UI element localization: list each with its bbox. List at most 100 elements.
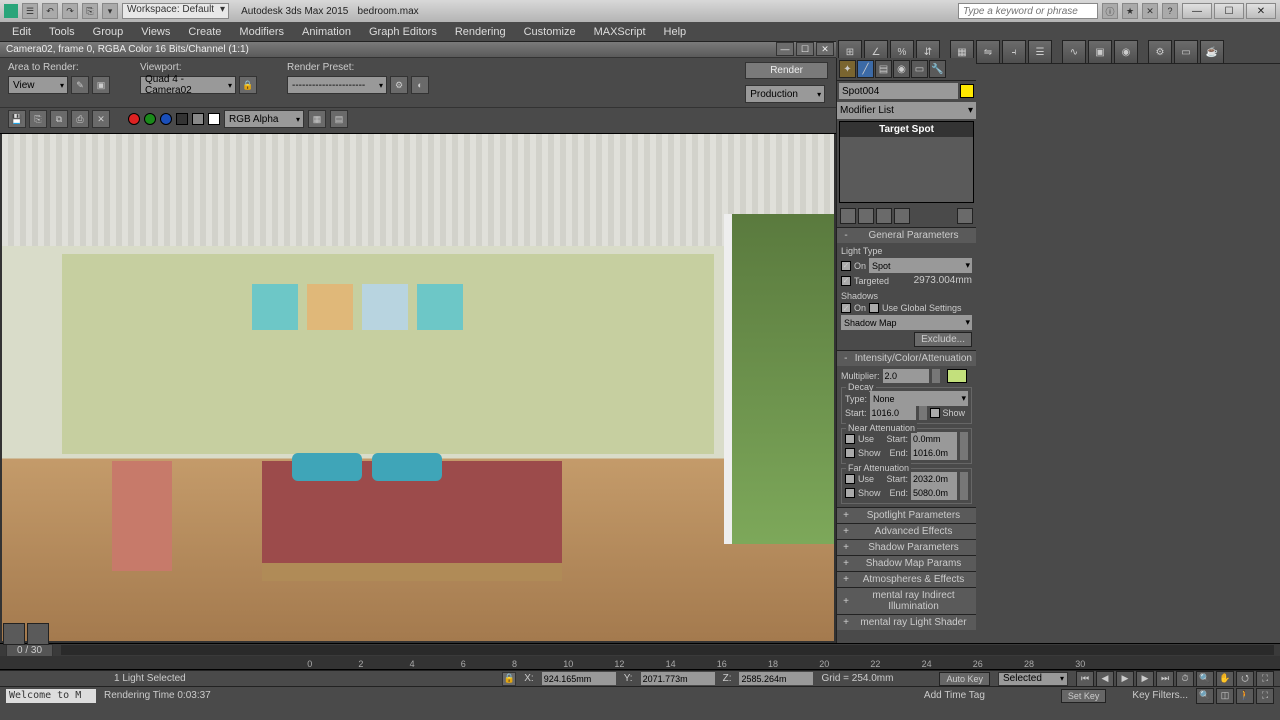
menu-graph-editors[interactable]: Graph Editors xyxy=(369,26,437,38)
clear-image-icon[interactable]: ✕ xyxy=(92,110,110,128)
nav-walk-icon[interactable]: 🚶 xyxy=(1236,688,1254,704)
add-time-tag[interactable]: Add Time Tag xyxy=(924,690,985,701)
tab-utilities-icon[interactable]: 🔧 xyxy=(929,60,946,78)
time-slider[interactable]: 0 / 30 xyxy=(0,643,1280,656)
viewport-lock-icon[interactable]: 🔒 xyxy=(239,76,257,94)
rollout-header-general[interactable]: -General Parameters xyxy=(837,228,976,243)
nav-zoomext-icon[interactable]: 🔍 xyxy=(1196,688,1214,704)
vp-layout-2-icon[interactable] xyxy=(27,623,49,645)
channel-select[interactable]: RGB Alpha xyxy=(224,110,304,128)
render-output-select[interactable]: Production xyxy=(745,85,825,103)
next-frame-icon[interactable]: ▶ xyxy=(1136,671,1154,687)
time-config-icon[interactable]: ⏱ xyxy=(1176,671,1194,687)
goto-end-icon[interactable]: ⏭ xyxy=(1156,671,1174,687)
render-button[interactable]: Render xyxy=(745,62,828,79)
save-image-icon[interactable]: 💾 xyxy=(8,110,26,128)
remove-modifier-icon[interactable] xyxy=(894,208,910,224)
close-button[interactable]: ✕ xyxy=(1246,3,1276,19)
render-setup-small-icon[interactable]: ⚙ xyxy=(390,76,408,94)
render-win-maximize[interactable]: ☐ xyxy=(796,42,814,56)
far-start-input[interactable]: 2032.0m xyxy=(911,472,957,486)
menu-edit[interactable]: Edit xyxy=(12,26,31,38)
signin-icon[interactable]: ★ xyxy=(1122,3,1138,19)
object-color-swatch[interactable] xyxy=(960,84,974,98)
render-setup-icon[interactable]: ⚙ xyxy=(1148,40,1172,64)
coord-x[interactable]: 924.165mm xyxy=(542,672,616,685)
setkey-button[interactable]: Set Key xyxy=(1061,689,1107,703)
rollout-mr-light-shader[interactable]: +mental ray Light Shader xyxy=(837,615,976,630)
near-end-input[interactable]: 1016.0m xyxy=(911,446,957,460)
light-on-checkbox[interactable]: ✓ xyxy=(841,261,851,271)
keymode-select[interactable]: Selected xyxy=(998,672,1068,686)
nav-fov-icon[interactable]: ◫ xyxy=(1216,688,1234,704)
configure-sets-icon[interactable] xyxy=(957,208,973,224)
toggle-ui-icon[interactable]: ▤ xyxy=(330,110,348,128)
exchange-icon[interactable]: ✕ xyxy=(1142,3,1158,19)
tab-hierarchy-icon[interactable]: ▤ xyxy=(875,60,892,78)
far-use-checkbox[interactable] xyxy=(845,474,855,484)
help-search-input[interactable] xyxy=(958,3,1098,19)
clone-image-icon[interactable]: ⧉ xyxy=(50,110,68,128)
rendered-frame-viewport[interactable] xyxy=(0,134,836,643)
multiplier-input[interactable]: 2.0 xyxy=(883,369,929,383)
workspace-selector[interactable]: Workspace: Default xyxy=(122,3,229,19)
rollout-advanced-effects[interactable]: +Advanced Effects xyxy=(837,524,976,539)
menu-customize[interactable]: Customize xyxy=(524,26,576,38)
qat-link-icon[interactable]: ⎘ xyxy=(82,3,98,19)
shadows-on-checkbox[interactable]: ✓ xyxy=(841,303,851,313)
rollout-header-intensity[interactable]: -Intensity/Color/Attenuation xyxy=(837,351,976,366)
channel-green-icon[interactable] xyxy=(144,113,156,125)
menu-create[interactable]: Create xyxy=(188,26,221,38)
channel-alpha-icon[interactable] xyxy=(176,113,188,125)
minimize-button[interactable]: — xyxy=(1182,3,1212,19)
render-preset-select[interactable]: ---------------------- xyxy=(287,76,387,94)
curve-editor-icon[interactable]: ∿ xyxy=(1062,40,1086,64)
modifier-stack-item[interactable]: Target Spot xyxy=(840,122,973,137)
channel-red-icon[interactable] xyxy=(128,113,140,125)
qat-more-icon[interactable]: ▾ xyxy=(102,3,118,19)
menu-tools[interactable]: Tools xyxy=(49,26,75,38)
color-swatch-icon[interactable] xyxy=(208,113,220,125)
far-show-checkbox[interactable] xyxy=(845,488,855,498)
light-color-swatch[interactable] xyxy=(947,369,967,383)
show-end-result-icon[interactable] xyxy=(858,208,874,224)
rollout-atmospheres[interactable]: +Atmospheres & Effects xyxy=(837,572,976,587)
rollout-shadow-map[interactable]: +Shadow Map Params xyxy=(837,556,976,571)
use-global-checkbox[interactable] xyxy=(869,303,879,313)
channel-blue-icon[interactable] xyxy=(160,113,172,125)
area-to-render-select[interactable]: View xyxy=(8,76,68,94)
targeted-checkbox[interactable]: ✓ xyxy=(841,276,851,286)
maxscript-listener[interactable]: Welcome to M xyxy=(6,689,96,703)
decay-start-input[interactable]: 1016.0 xyxy=(870,406,916,420)
menu-group[interactable]: Group xyxy=(93,26,124,38)
mirror-icon[interactable]: ⇋ xyxy=(976,40,1000,64)
lock-icon[interactable]: 🔒 xyxy=(502,672,516,686)
menu-views[interactable]: Views xyxy=(141,26,170,38)
make-unique-icon[interactable] xyxy=(876,208,892,224)
render-frame-icon[interactable]: ▭ xyxy=(1174,40,1198,64)
area-region-icon[interactable]: ▣ xyxy=(92,76,110,94)
nav-zoom-icon[interactable]: 🔍 xyxy=(1196,671,1214,687)
schematic-icon[interactable]: ▣ xyxy=(1088,40,1112,64)
coord-z[interactable]: 2585.264m xyxy=(739,672,813,685)
nav-pan-icon[interactable]: ✋ xyxy=(1216,671,1234,687)
modifier-list-select[interactable]: Modifier List xyxy=(837,102,976,119)
shadow-type-select[interactable]: Shadow Map xyxy=(841,315,972,330)
material-editor-icon[interactable]: ◉ xyxy=(1114,40,1138,64)
infocenter-icon[interactable]: ⓘ xyxy=(1102,3,1118,19)
render-icon[interactable]: ☕ xyxy=(1200,40,1224,64)
menu-help[interactable]: Help xyxy=(664,26,687,38)
track-bar[interactable]: 024 6810 121416 182022 242628 30 xyxy=(0,656,1280,670)
pin-stack-icon[interactable] xyxy=(840,208,856,224)
key-filters-button[interactable]: Key Filters... xyxy=(1132,690,1188,701)
exclude-button[interactable]: Exclude... xyxy=(914,332,972,347)
nav-orbit-icon[interactable]: ⭯ xyxy=(1236,671,1254,687)
tab-motion-icon[interactable]: ◉ xyxy=(893,60,910,78)
vp-layout-1-icon[interactable] xyxy=(3,623,25,645)
menu-animation[interactable]: Animation xyxy=(302,26,351,38)
print-image-icon[interactable]: ⎙ xyxy=(71,110,89,128)
copy-image-icon[interactable]: ⎘ xyxy=(29,110,47,128)
near-show-checkbox[interactable] xyxy=(845,448,855,458)
qat-redo-icon[interactable]: ↷ xyxy=(62,3,78,19)
rollout-shadow-params[interactable]: +Shadow Parameters xyxy=(837,540,976,555)
